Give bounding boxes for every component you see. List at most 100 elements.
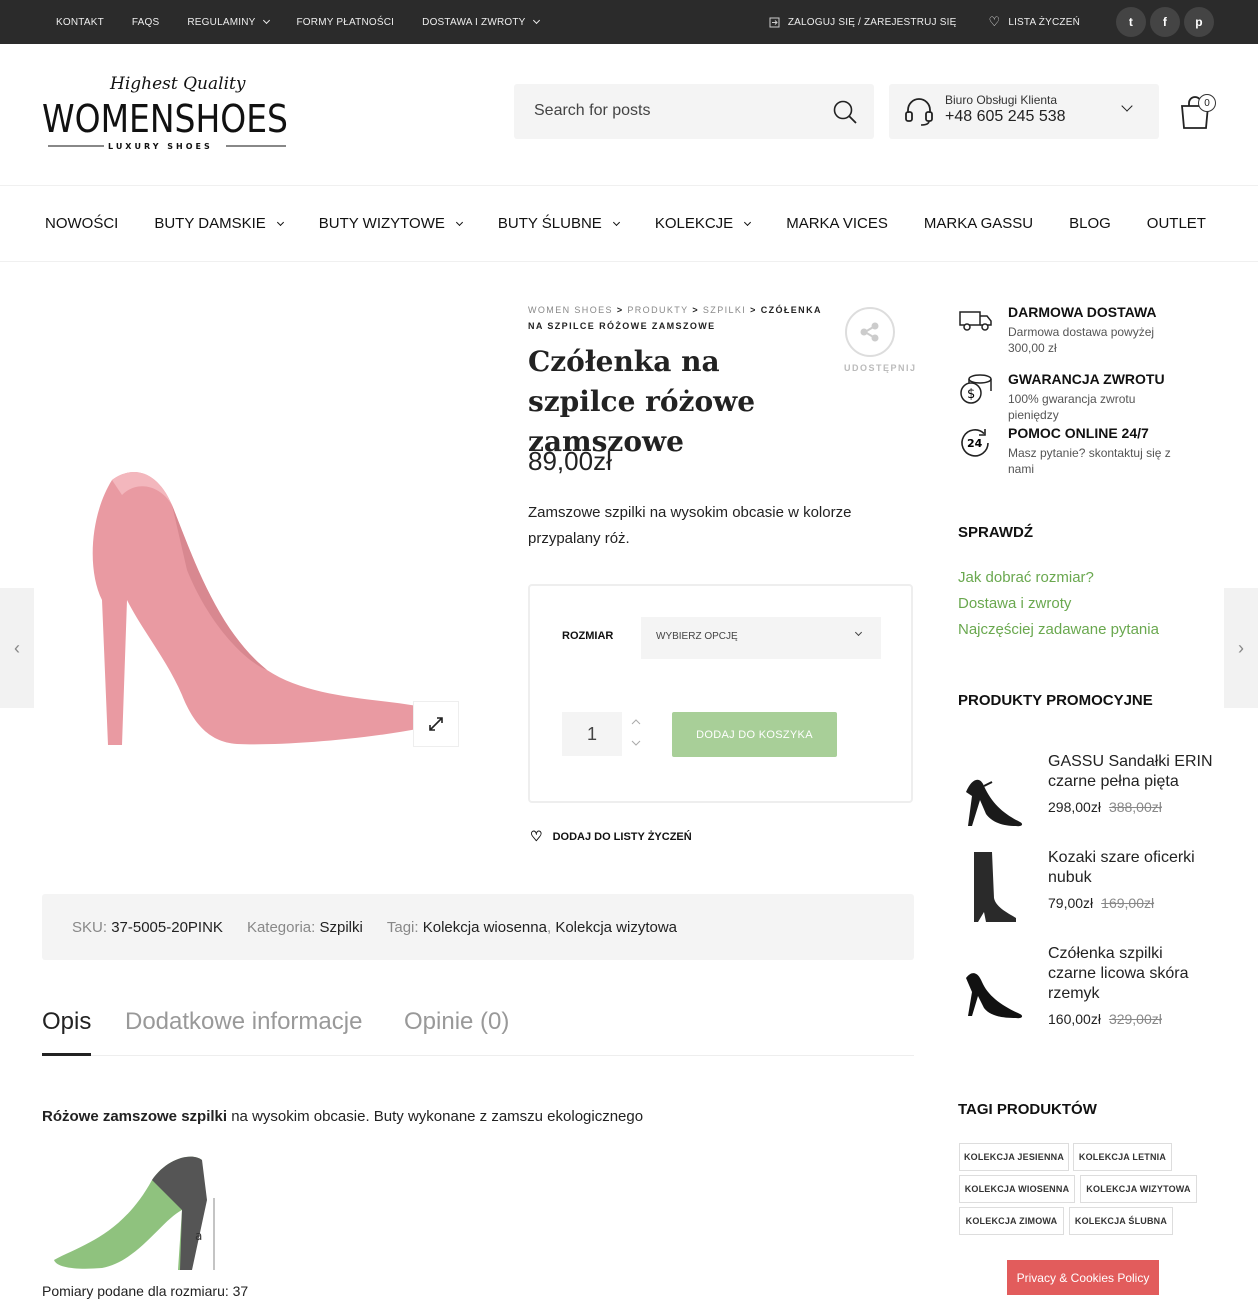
product-short-description: Zamszowe szpilki na wysokim obcasie w ko… <box>528 504 852 547</box>
nav-item-nowosci[interactable]: NOWOŚCI <box>45 215 118 232</box>
chevron-down-icon <box>455 218 463 226</box>
breadcrumb-item[interactable]: PRODUKTY <box>627 305 688 315</box>
tag-kolekcja-jesienna[interactable]: KOLEKCJA JESIENNA <box>959 1143 1069 1171</box>
tag-kolekcja-zimowa[interactable]: KOLEKCJA ZIMOWA <box>959 1207 1064 1235</box>
top-bar: KONTAKT FAQS REGULAMINY FORMY PŁATNOŚCI … <box>0 0 1258 44</box>
breadcrumb-sep: > <box>692 305 699 315</box>
product-title: Czółenka na szpilce różowe zamszowe <box>528 345 756 458</box>
expand-icon <box>429 717 443 731</box>
promo-name: Kozaki szare oficerki nubuk <box>1048 849 1195 886</box>
contact-label: Biuro Obsługi Klienta <box>945 93 1058 107</box>
topbar-link-faqs[interactable]: FAQS <box>132 17 159 28</box>
breadcrumb-item[interactable]: SZPILKI <box>703 305 746 315</box>
category-label: Kategoria: <box>246 918 316 936</box>
nav-item-buty-damskie[interactable]: BUTY DAMSKIE <box>154 215 284 232</box>
description-text: na wysokim obcasie. Buty wykonane z zams… <box>227 1108 644 1125</box>
nav-item-blog[interactable]: BLOG <box>1069 215 1111 232</box>
nav-item-buty-slubne[interactable]: BUTY ŚLUBNE <box>497 215 620 232</box>
description-bold: Różowe zamszowe szpilki <box>42 1108 228 1125</box>
tag-link[interactable]: Kolekcja wiosenna <box>423 919 547 936</box>
zoom-button[interactable] <box>413 701 459 747</box>
nav-item-marka-gassu[interactable]: MARKA GASSU <box>924 215 1033 232</box>
topbar-link-kontakt[interactable]: KONTAKT <box>56 17 104 28</box>
search-input[interactable]: Search for posts <box>534 102 651 120</box>
size-select[interactable]: WYBIERZ OPCJĘ <box>641 617 881 659</box>
promo-name: GASSU Sandałki ERIN czarne pełna pięta <box>1048 753 1213 790</box>
category-link[interactable]: Szpilki <box>320 919 363 936</box>
add-to-wishlist-button[interactable]: ♡ DODAJ DO LISTY ŻYCZEŃ <box>530 828 692 845</box>
quantity-stepper: 1 <box>562 712 652 756</box>
cookie-policy-button[interactable]: Privacy & Cookies Policy <box>1007 1260 1159 1295</box>
headset-icon <box>905 98 933 126</box>
promo-price-current: 79,00zł <box>1048 895 1094 911</box>
facebook-icon[interactable]: f <box>1150 7 1180 37</box>
nav-item-outlet[interactable]: OUTLET <box>1147 215 1206 232</box>
twitter-icon[interactable]: t <box>1116 7 1146 37</box>
promo-item[interactable]: GASSU Sandałki ERIN czarne pełna pięta 2… <box>958 752 1218 832</box>
tag-link[interactable]: Kolekcja wizytowa <box>555 919 677 936</box>
login-link[interactable]: ZALOGUJ SIĘ / ZAREJESTRUJ SIĘ <box>769 17 957 28</box>
chevron-down-icon <box>744 218 752 226</box>
login-label: ZALOGUJ SIĘ / ZAREJESTRUJ SIĘ <box>787 16 957 28</box>
wishlist-label: LISTA ŻYCZEŃ <box>1008 16 1080 28</box>
svg-text:24: 24 <box>967 437 983 450</box>
link-size-guide[interactable]: Jak dobrać rozmiar? <box>958 569 1094 586</box>
topbar-link-regulaminy[interactable]: REGULAMINY <box>187 17 270 28</box>
tag-kolekcja-wiosenna[interactable]: KOLEKCJA WIOSENNA <box>959 1175 1075 1203</box>
breadcrumb: WOMEN SHOES > PRODUKTY > SZPILKI > CZÓŁE… <box>528 302 828 334</box>
promo-item[interactable]: Kozaki szare oficerki nubuk 79,00zł 169,0… <box>958 848 1218 928</box>
promo-price-old: 329,00zł <box>1108 1011 1162 1027</box>
search-bar[interactable]: Search for posts <box>514 84 874 139</box>
chevron-down-icon <box>532 16 540 25</box>
promo-item[interactable]: Czółenka szpilki czarne licowa skóra rze… <box>958 944 1218 1034</box>
breadcrumb-item[interactable]: WOMEN SHOES <box>528 305 613 315</box>
feature-title: POMOC ONLINE 24/7 <box>1008 425 1149 441</box>
tag-kolekcja-slubna[interactable]: KOLEKCJA ŚLUBNA <box>1069 1207 1173 1235</box>
nav-label: BUTY ŚLUBNE <box>497 215 602 232</box>
tab-dodatkowe-informacje[interactable]: Dodatkowe informacje <box>125 1008 362 1036</box>
promo-price: 79,00zł 169,00zł <box>1048 895 1154 911</box>
nav-item-buty-wizytowe[interactable]: BUTY WIZYTOWE <box>319 215 463 232</box>
search-icon[interactable] <box>832 99 858 125</box>
promo-image <box>966 973 1023 1019</box>
topbar-link-dostawa[interactable]: DOSTAWA I ZWROTY <box>422 16 540 28</box>
share-button[interactable] <box>845 307 895 357</box>
tags-label: Tagi: <box>386 918 419 936</box>
product-image[interactable] <box>42 300 482 860</box>
contact-box[interactable]: Biuro Obsługi Klienta +48 605 245 538 <box>889 84 1159 139</box>
link-faq[interactable]: Najczęściej zadawane pytania <box>958 621 1159 638</box>
promo-heading: PRODUKTY PROMOCYJNE <box>958 692 1153 709</box>
contact-phone[interactable]: +48 605 245 538 <box>945 108 1066 126</box>
nav-item-marka-vices[interactable]: MARKA VICES <box>786 215 888 232</box>
pinterest-icon[interactable]: p <box>1184 7 1214 37</box>
tab-opinie[interactable]: Opinie (0) <box>404 1008 509 1036</box>
chevron-down-icon <box>612 218 620 226</box>
link-delivery-returns[interactable]: Dostawa i zwroty <box>958 595 1071 612</box>
chevron-down-icon[interactable] <box>1121 100 1133 112</box>
feature-subtitle: 100% gwarancja zwrotu pieniędzy <box>1008 392 1136 422</box>
nav-item-kolekcje[interactable]: KOLEKCJE <box>655 215 752 232</box>
heart-icon: ♡ <box>530 828 543 844</box>
chevron-down-icon[interactable] <box>630 738 642 748</box>
wishlist-link[interactable]: ♡ LISTA ŻYCZEŃ <box>988 14 1080 30</box>
cart-count: 0 <box>1198 94 1216 112</box>
prev-product-arrow[interactable]: ‹ <box>0 588 34 708</box>
cart-button[interactable]: 0 <box>1178 92 1218 132</box>
breadcrumb-sep: > <box>750 305 757 315</box>
quantity-input[interactable]: 1 <box>562 712 622 756</box>
share-icon <box>860 322 879 342</box>
chevron-up-icon[interactable] <box>630 717 642 727</box>
breadcrumb-sep: > <box>616 305 624 315</box>
promo-price-current: 160,00zł <box>1048 1011 1101 1027</box>
topbar-link-platnosci[interactable]: FORMY PŁATNOŚCI <box>297 17 395 28</box>
svg-text:$: $ <box>967 387 975 402</box>
sku-label: SKU: <box>72 918 108 936</box>
tag-kolekcja-wizytowa[interactable]: KOLEKCJA WIZYTOWA <box>1080 1175 1197 1203</box>
next-product-arrow[interactable]: › <box>1224 588 1258 708</box>
add-to-cart-button[interactable]: DODAJ DO KOSZYKA <box>672 712 837 757</box>
logo-main: WOMENSHOES <box>42 97 288 141</box>
nav-label: BUTY DAMSKIE <box>154 215 266 232</box>
tag-kolekcja-letnia[interactable]: KOLEKCJA LETNIA <box>1073 1143 1172 1171</box>
site-logo[interactable]: Highest Quality WOMENSHOES LUXURY SHOES <box>42 74 292 154</box>
tab-opis[interactable]: Opis <box>42 1008 91 1036</box>
